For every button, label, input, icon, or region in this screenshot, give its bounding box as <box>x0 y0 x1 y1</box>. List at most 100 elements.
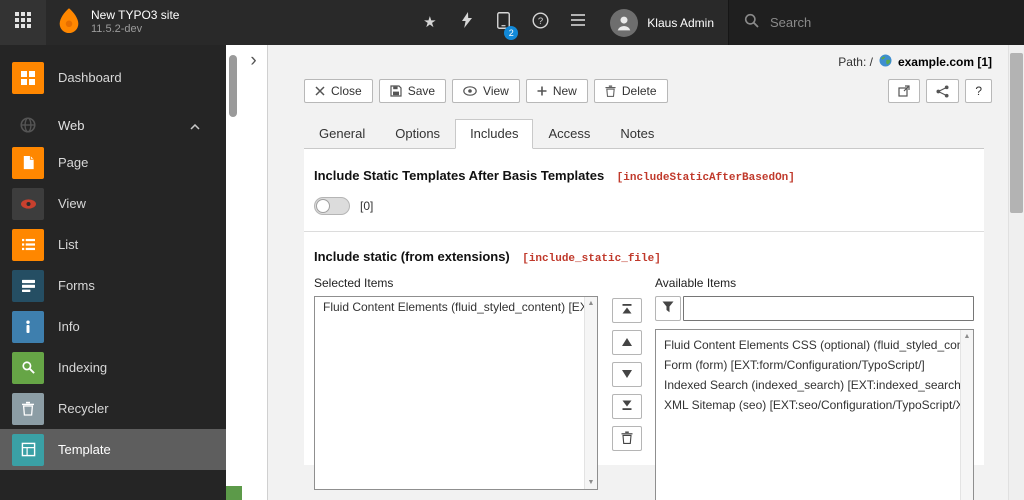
list-lines-icon <box>570 13 586 32</box>
trash-icon <box>621 431 633 447</box>
remove-item-button[interactable] <box>612 426 642 452</box>
module-menu-scrollbar[interactable] <box>226 45 240 500</box>
move-up-button[interactable] <box>612 330 642 356</box>
bookmarks-button[interactable]: ★ <box>411 0 448 45</box>
toggle-knob <box>316 199 330 214</box>
info-icon <box>12 310 44 343</box>
path-label: Path: / <box>838 55 873 69</box>
plus-icon <box>537 86 547 96</box>
sidebar-item-label: Info <box>58 319 80 334</box>
sidebar-item-label: List <box>58 237 79 252</box>
include-static-section: Include static (from extensions) [includ… <box>314 248 974 500</box>
tab-access[interactable]: Access <box>533 119 605 149</box>
list-item[interactable]: Fluid Content Elements (fluid_styled_con… <box>315 297 584 317</box>
delete-button[interactable]: Delete <box>593 79 668 104</box>
expand-pagetree-button[interactable]: › <box>240 45 267 500</box>
sidebar-item-view[interactable]: View <box>0 183 226 224</box>
available-items-filter-input[interactable] <box>683 296 974 322</box>
module-menu: Dashboard Web Page View List Forms Info … <box>0 45 226 500</box>
module-menu-toggle-button[interactable] <box>0 0 46 45</box>
move-to-bottom-button[interactable] <box>612 394 642 420</box>
user-menu-button[interactable]: Klaus Admin <box>596 0 728 45</box>
tab-notes[interactable]: Notes <box>605 119 669 149</box>
sidebar-group-label: Web <box>58 117 85 133</box>
selected-items-listbox[interactable]: Fluid Content Elements (fluid_styled_con… <box>314 296 598 491</box>
sidebar-item-label: Forms <box>58 278 95 293</box>
current-page[interactable]: example.com [1] <box>898 55 992 69</box>
tab-general[interactable]: General <box>304 119 380 149</box>
new-button[interactable]: New <box>525 79 588 104</box>
search-icon <box>744 13 759 33</box>
scroll-up-icon[interactable]: ▲ <box>964 333 971 340</box>
toggle-value: [0] <box>360 199 374 214</box>
list-item[interactable]: Fluid Content Elements CSS (optional) (f… <box>656 335 960 355</box>
magnifier-icon <box>12 351 44 384</box>
move-to-top-button[interactable] <box>612 298 642 324</box>
delete-label: Delete <box>621 84 657 98</box>
sidebar-item-info[interactable]: Info <box>0 306 226 347</box>
help-label: ? <box>975 84 982 98</box>
move-down-button[interactable] <box>612 362 642 388</box>
view-button[interactable]: View <box>452 79 520 104</box>
scrollbar-thumb[interactable] <box>1010 53 1023 213</box>
funnel-icon <box>662 301 674 316</box>
list-item[interactable]: XML Sitemap (seo) [EXT:seo/Configuration… <box>656 395 960 415</box>
trash-icon <box>12 392 44 425</box>
listbox-scrollbar[interactable]: ▲ ▼ <box>960 330 973 500</box>
tab-options[interactable]: Options <box>380 119 455 149</box>
sidebar-item-label: Template <box>58 442 111 457</box>
scrollbar-thumb[interactable] <box>229 55 237 117</box>
avatar <box>610 8 639 37</box>
close-button[interactable]: Close <box>304 79 373 104</box>
live-search <box>728 0 1024 45</box>
search-input[interactable] <box>768 14 968 31</box>
systeminformation-button[interactable] <box>559 0 596 45</box>
clear-cache-button[interactable] <box>448 0 485 45</box>
selected-items-label: Selected Items <box>314 276 394 291</box>
help-button[interactable]: ? <box>965 79 992 104</box>
scroll-up-icon[interactable]: ▲ <box>588 300 595 307</box>
save-button[interactable]: Save <box>378 79 447 104</box>
filter-button[interactable] <box>655 296 681 322</box>
sidebar-item-page[interactable]: Page <box>0 142 226 183</box>
available-items-listbox[interactable]: Fluid Content Elements CSS (optional) (f… <box>655 329 974 500</box>
topbar: New TYPO3 site 11.5.2-dev ★ 2 ? Klaus Ad… <box>0 0 1024 45</box>
sidebar-item-label: Indexing <box>58 360 108 375</box>
breadcrumb: Path: / example.com [1] <box>268 45 1008 73</box>
bolt-icon <box>461 12 473 33</box>
brand[interactable]: New TYPO3 site 11.5.2-dev <box>46 0 189 45</box>
globe-icon <box>12 109 44 141</box>
sidebar-item-recycler[interactable]: Recycler <box>0 388 226 429</box>
list-item[interactable]: Indexed Search (indexed_search) [EXT:ind… <box>656 375 960 395</box>
list-item[interactable]: Form (form) [EXT:form/Configuration/Typo… <box>656 355 960 375</box>
chevron-right-icon: › <box>250 50 257 71</box>
sidebar-group-web[interactable]: Web <box>0 108 226 142</box>
scroll-down-icon[interactable]: ▼ <box>588 479 595 486</box>
section-title: Include static (from extensions) <box>314 249 510 265</box>
new-label: New <box>552 84 577 98</box>
sidebar-item-indexing[interactable]: Indexing <box>0 347 226 388</box>
workspace-preview-button[interactable]: 2 <box>485 0 522 45</box>
list-icon <box>12 228 44 261</box>
content-scrollbar[interactable] <box>1008 45 1024 500</box>
help-menu-button[interactable]: ? <box>522 0 559 45</box>
typo3-version: 11.5.2-dev <box>91 23 143 36</box>
share-button[interactable] <box>926 79 960 104</box>
save-label: Save <box>407 84 436 98</box>
listbox-scrollbar[interactable]: ▲ ▼ <box>584 297 597 490</box>
sidebar-item-list[interactable]: List <box>0 224 226 265</box>
sidebar-item-label: View <box>58 196 86 211</box>
section-divider <box>304 231 984 233</box>
sidebar-item-forms[interactable]: Forms <box>0 265 226 306</box>
open-in-new-window-button[interactable] <box>888 79 921 104</box>
site-globe-icon <box>879 54 892 70</box>
sidebar-item-dashboard[interactable]: Dashboard <box>0 57 226 98</box>
static-after-toggle[interactable] <box>314 197 350 216</box>
sidebar-item-template[interactable]: Template <box>0 429 226 470</box>
grid-icon <box>15 12 31 33</box>
question-circle-icon: ? <box>532 11 549 34</box>
arrow-up-icon <box>621 335 633 350</box>
tab-includes[interactable]: Includes <box>455 119 534 150</box>
static-after-section: Include Static Templates After Basis Tem… <box>314 167 974 216</box>
